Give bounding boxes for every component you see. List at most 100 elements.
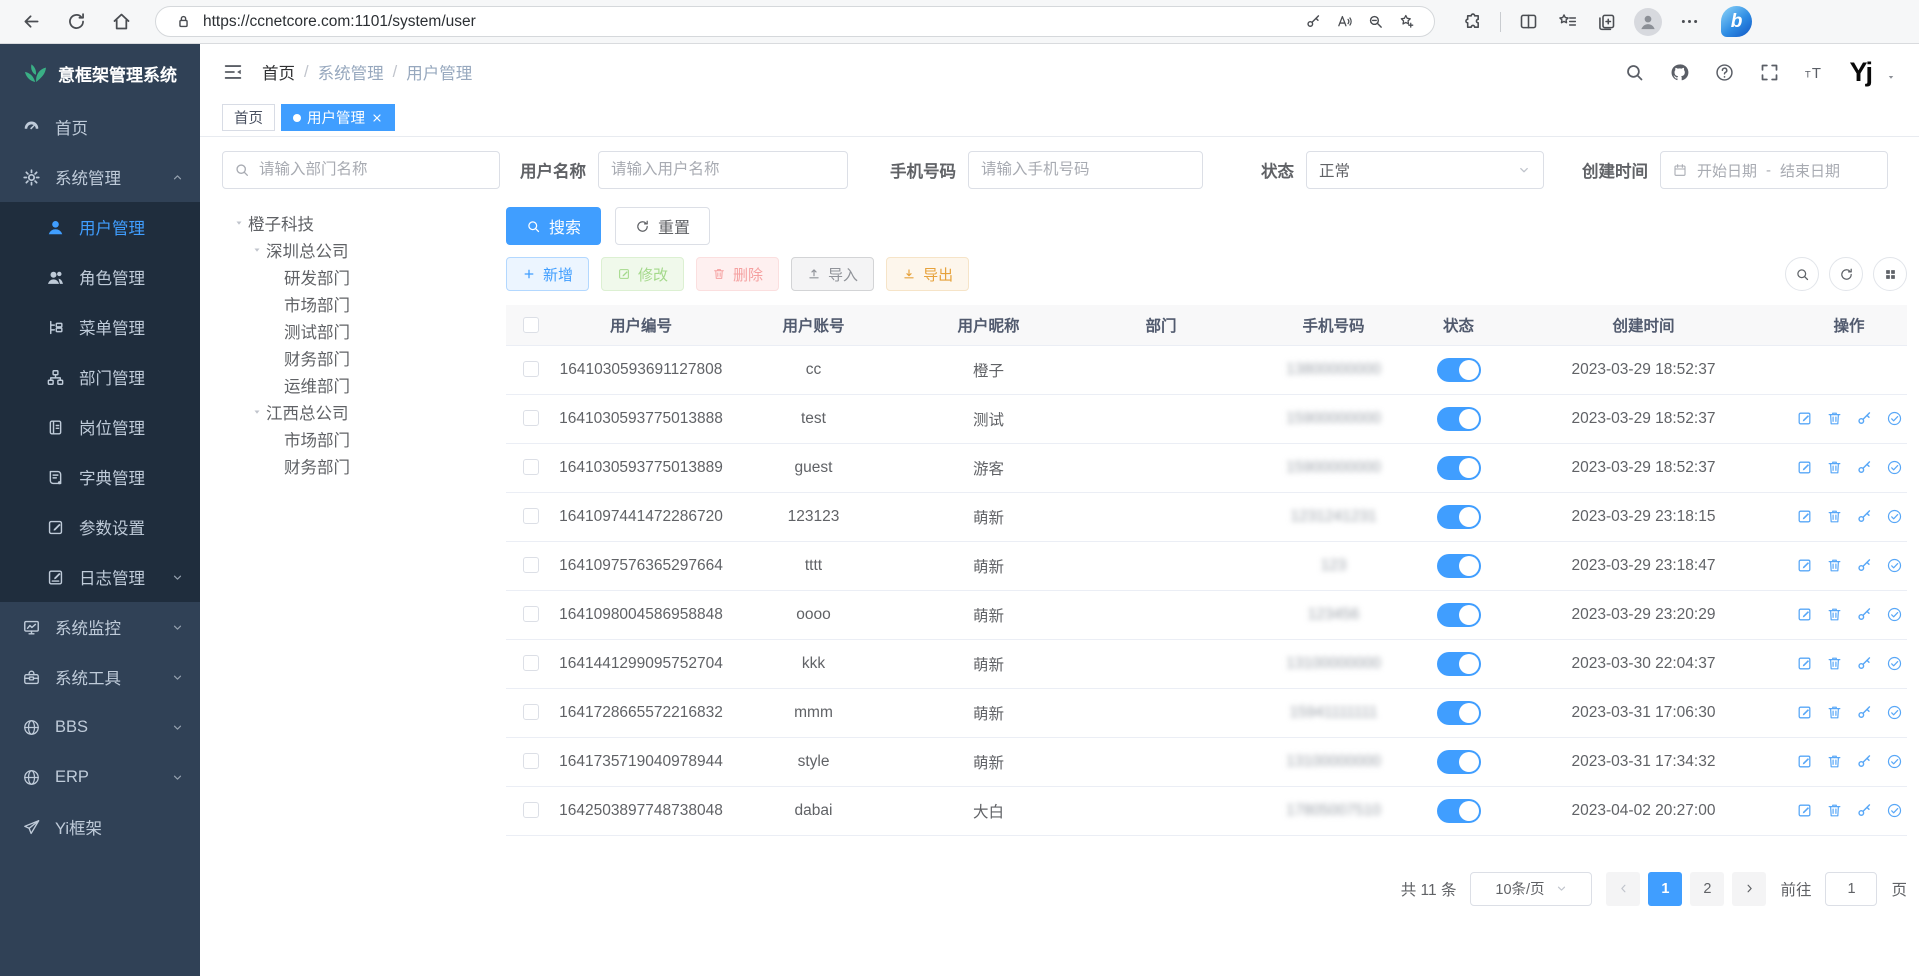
reset-password-button[interactable] [1856,557,1873,574]
reset-password-button[interactable] [1856,802,1873,819]
sidebar-item-bbs[interactable]: BBS [0,702,200,752]
edit-button[interactable] [1796,459,1813,476]
tree-node[interactable]: 运维部门 [222,371,500,398]
sidebar-item-user-mgmt[interactable]: 用户管理 [0,202,200,252]
zoom-out-icon[interactable] [1367,13,1384,30]
more-menu-icon[interactable] [1679,11,1700,32]
extensions-icon[interactable] [1462,11,1483,32]
phone-input[interactable] [968,151,1203,189]
sidebar-item-menu-mgmt[interactable]: 菜单管理 [0,302,200,352]
row-checkbox[interactable] [523,606,539,622]
help-icon[interactable] [1714,62,1735,83]
status-select[interactable]: 正常 [1306,151,1544,189]
assign-role-button[interactable] [1886,753,1903,770]
assign-role-button[interactable] [1886,802,1903,819]
address-bar[interactable]: https://ccnetcore.com:1101/system/user [155,6,1435,37]
tree-node[interactable]: 测试部门 [222,317,500,344]
delete-button[interactable] [1826,557,1843,574]
assign-role-button[interactable] [1886,606,1903,623]
assign-role-button[interactable] [1886,459,1903,476]
refresh-table-button[interactable] [1829,257,1863,291]
add-button[interactable]: 新增 [506,257,589,291]
status-toggle[interactable] [1437,652,1481,676]
tree-node[interactable]: 财务部门 [222,452,500,479]
prev-page-button[interactable] [1606,872,1640,906]
delete-button[interactable] [1826,459,1843,476]
reset-password-button[interactable] [1856,753,1873,770]
column-settings-button[interactable] [1873,257,1907,291]
row-checkbox[interactable] [523,459,539,475]
delete-button[interactable] [1826,704,1843,721]
browser-home-icon[interactable] [111,11,132,32]
row-checkbox[interactable] [523,557,539,573]
sidebar-item-erp[interactable]: ERP [0,752,200,802]
delete-button[interactable] [1826,410,1843,427]
browser-refresh-icon[interactable] [66,11,87,32]
status-toggle[interactable] [1437,358,1481,382]
tree-node[interactable]: 财务部门 [222,344,500,371]
edit-button[interactable] [1796,753,1813,770]
row-checkbox[interactable] [523,655,539,671]
tree-node[interactable]: 橙子科技 [222,209,500,236]
edit-button[interactable]: 修改 [601,257,684,291]
tree-node[interactable]: 江西总公司 [222,398,500,425]
tree-node[interactable]: 深圳总公司 [222,236,500,263]
edit-button[interactable] [1796,557,1813,574]
select-all-checkbox[interactable] [523,317,539,333]
tab-home[interactable]: 首页 [222,104,275,131]
delete-button[interactable] [1826,802,1843,819]
tab-user-mgmt[interactable]: 用户管理 [281,104,395,131]
username-input[interactable] [598,151,848,189]
status-toggle[interactable] [1437,750,1481,774]
breadcrumb-item[interactable]: 首页 [262,60,295,84]
tree-node[interactable]: 市场部门 [222,425,500,452]
dept-search-input[interactable] [222,151,500,189]
status-toggle[interactable] [1437,701,1481,725]
page-button-2[interactable]: 2 [1690,872,1724,906]
row-checkbox[interactable] [523,802,539,818]
assign-role-button[interactable] [1886,704,1903,721]
bing-chat-icon[interactable]: b [1721,6,1752,37]
github-icon[interactable] [1669,62,1690,83]
sidebar-item-system[interactable]: 系统管理 [0,152,200,202]
avatar-caret-icon[interactable] [1885,71,1897,83]
delete-button[interactable] [1826,655,1843,672]
edit-button[interactable] [1796,508,1813,525]
status-toggle[interactable] [1437,554,1481,578]
reset-password-button[interactable] [1856,410,1873,427]
delete-button[interactable]: 删除 [696,257,779,291]
status-toggle[interactable] [1437,407,1481,431]
browser-profile-avatar[interactable] [1634,8,1662,36]
assign-role-button[interactable] [1886,508,1903,525]
status-toggle[interactable] [1437,799,1481,823]
delete-button[interactable] [1826,753,1843,770]
sidebar-item-dict-mgmt[interactable]: 字典管理 [0,452,200,502]
status-toggle[interactable] [1437,456,1481,480]
browser-back-icon[interactable] [21,11,42,32]
export-button[interactable]: 导出 [886,257,969,291]
read-aloud-icon[interactable] [1336,13,1353,30]
page-button-1[interactable]: 1 [1648,872,1682,906]
edit-button[interactable] [1796,704,1813,721]
goto-page-input[interactable] [1825,872,1877,906]
created-daterange[interactable]: 开始日期 - 结束日期 [1660,151,1888,189]
tree-node[interactable]: 市场部门 [222,290,500,317]
sidebar-item-param-settings[interactable]: 参数设置 [0,502,200,552]
row-checkbox[interactable] [523,704,539,720]
collapse-sidebar-icon[interactable] [222,61,244,83]
edit-button[interactable] [1796,410,1813,427]
edit-button[interactable] [1796,802,1813,819]
import-button[interactable]: 导入 [791,257,874,291]
sidebar-item-tools[interactable]: 系统工具 [0,652,200,702]
sidebar-item-post-mgmt[interactable]: 岗位管理 [0,402,200,452]
sidebar-item-monitor[interactable]: 系统监控 [0,602,200,652]
reset-button[interactable]: 重置 [615,207,710,245]
edit-button[interactable] [1796,655,1813,672]
reset-password-button[interactable] [1856,655,1873,672]
reset-password-button[interactable] [1856,606,1873,623]
row-checkbox[interactable] [523,410,539,426]
reset-password-button[interactable] [1856,704,1873,721]
collections-icon[interactable] [1596,11,1617,32]
tree-node[interactable]: 研发部门 [222,263,500,290]
show-search-button[interactable] [1785,257,1819,291]
